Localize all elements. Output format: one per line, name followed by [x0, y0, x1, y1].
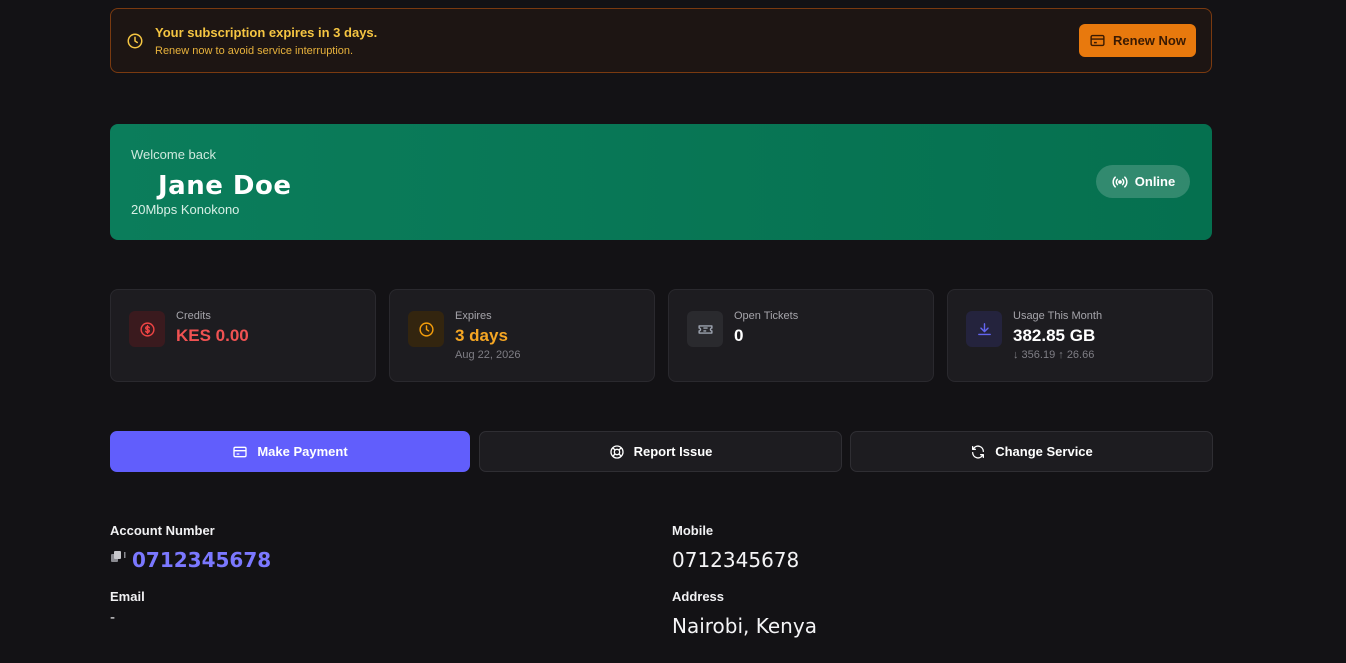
credit-card-icon [233, 446, 247, 457]
tickets-icon-box [687, 311, 723, 347]
report-issue-button[interactable]: Report Issue [479, 431, 842, 472]
usage-label: Usage This Month [1013, 310, 1103, 322]
clock-icon [127, 33, 143, 49]
account-number-value: 0712345678 [132, 548, 272, 572]
clock-icon [418, 321, 434, 337]
plan-name: 20Mbps Konokono [131, 202, 240, 217]
address-value: Nairobi, Kenya [672, 614, 817, 638]
credits-icon-box [129, 311, 165, 347]
refresh-icon [972, 444, 985, 459]
open-tickets-value: 0 [734, 326, 744, 345]
expires-label: Expires [455, 310, 492, 322]
email-label: Email [110, 589, 145, 604]
expires-value: 3 days [455, 326, 508, 345]
dollar-circle-icon [139, 321, 155, 337]
expires-card: Expires 3 days Aug 22, 2026 [389, 289, 655, 382]
usage-card: Usage This Month 382.85 GB ↓ 356.19 ↑ 26… [947, 289, 1213, 382]
mobile-value: 0712345678 [672, 548, 800, 572]
welcome-label: Welcome back [131, 147, 217, 162]
change-service-button[interactable]: Change Service [850, 431, 1213, 472]
address-label: Address [672, 589, 725, 604]
expires-icon-box [408, 311, 444, 347]
status-label: Online [1134, 174, 1176, 189]
mobile-label: Mobile [672, 523, 714, 538]
renew-now-button[interactable]: Renew Now [1079, 24, 1196, 57]
change-service-label: Change Service [995, 444, 1093, 459]
alert-title: Your subscription expires in 3 days. [155, 25, 378, 40]
open-tickets-label: Open Tickets [734, 310, 799, 322]
alert-subtitle: Renew now to avoid service interruption. [155, 45, 354, 57]
usage-breakdown: ↓ 356.19 ↑ 26.66 [1013, 349, 1095, 361]
renew-now-label: Renew Now [1113, 33, 1186, 48]
status-badge: Online [1096, 165, 1190, 198]
subscription-alert: Your subscription expires in 3 days. Ren… [110, 8, 1212, 73]
make-payment-label: Make Payment [257, 444, 348, 459]
open-tickets-card: Open Tickets 0 [668, 289, 934, 382]
lifebuoy-icon [609, 444, 624, 459]
download-icon [977, 322, 991, 335]
report-issue-label: Report Issue [633, 444, 713, 459]
email-value: - [110, 610, 116, 626]
signal-icon [1112, 175, 1128, 188]
credits-card: Credits KES 0.00 [110, 289, 376, 382]
credits-value: KES 0.00 [176, 326, 249, 345]
expires-date: Aug 22, 2026 [455, 349, 521, 361]
ticket-icon [697, 324, 713, 334]
account-number-label: Account Number [110, 523, 215, 538]
usage-icon-box [966, 311, 1002, 347]
usage-value: 382.85 GB [1013, 326, 1096, 345]
customer-name: Jane Doe [158, 171, 292, 201]
make-payment-button[interactable]: Make Payment [110, 431, 470, 472]
credits-label: Credits [176, 310, 211, 322]
copy-icon[interactable] [110, 549, 128, 565]
credit-card-icon [1090, 34, 1105, 47]
welcome-card: Welcome back Jane Doe 20Mbps Konokono On… [110, 124, 1212, 240]
